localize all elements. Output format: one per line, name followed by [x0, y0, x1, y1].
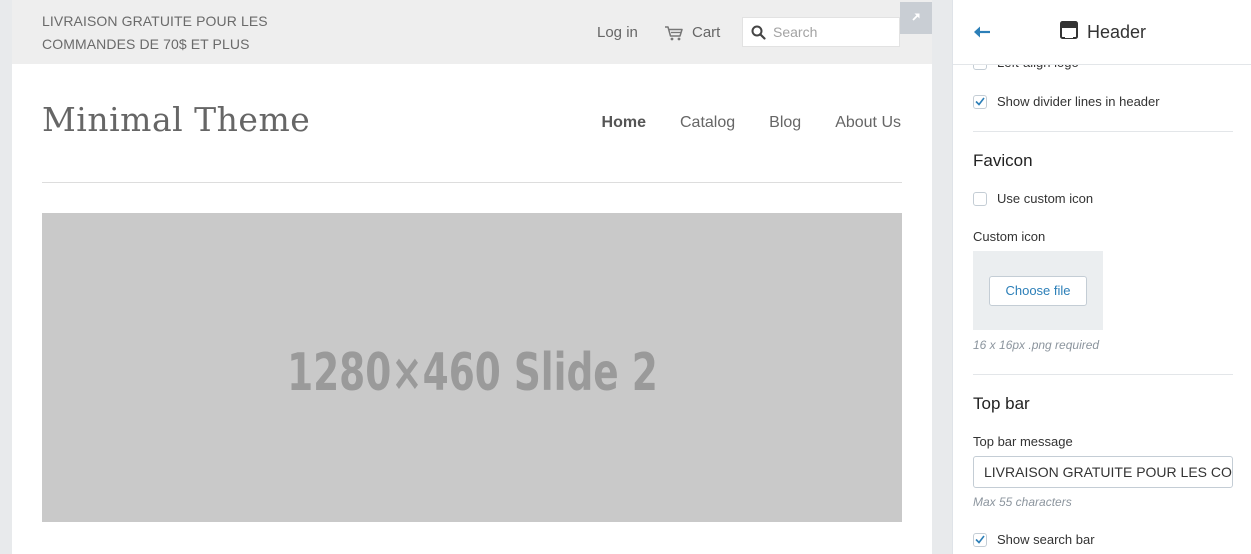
section-divider [973, 131, 1233, 132]
cart-label: Cart [692, 24, 721, 41]
announcement-top-bar: LIVRAISON GRATUITE POUR LES COMMANDES DE… [12, 0, 932, 64]
show-divider-row[interactable]: Show divider lines in header [973, 94, 1160, 109]
cart-icon [664, 25, 684, 41]
search-input[interactable] [773, 24, 893, 40]
show-search-bar-checkbox[interactable] [973, 532, 987, 547]
top-bar-message-label: Top bar message [973, 434, 1073, 449]
choose-file-button[interactable]: Choose file [989, 275, 1087, 306]
nav-item-blog[interactable]: Blog [769, 114, 801, 132]
favicon-section-title: Favicon [973, 151, 1033, 170]
search-box[interactable] [742, 17, 900, 47]
settings-sidebar: Header Left-align logo Show divider line… [952, 0, 1251, 554]
use-custom-icon-row[interactable]: Use custom icon [973, 191, 1093, 206]
nav-item-about-us[interactable]: About Us [835, 114, 901, 132]
header-divider [42, 182, 902, 183]
use-custom-icon-label: Use custom icon [997, 191, 1094, 206]
checkmark-icon [975, 97, 985, 106]
show-search-bar-label: Show search bar [997, 532, 1095, 547]
top-bar-section-title: Top bar [973, 394, 1030, 413]
sidebar-title: Header [1087, 22, 1147, 42]
show-search-bar-row[interactable]: Show search bar [973, 532, 1095, 547]
icon-size-hint: 16 x 16px .png required [973, 338, 1100, 352]
section-divider [973, 374, 1233, 375]
checkmark-icon [975, 535, 985, 544]
search-icon [743, 25, 773, 40]
main-nav: Home Catalog Blog About Us [602, 114, 901, 132]
header-section-icon [1060, 21, 1078, 44]
section-title-wrap: Header [1060, 21, 1146, 44]
custom-icon-label: Custom icon [973, 229, 1046, 244]
back-arrow-icon[interactable] [973, 24, 991, 40]
slide-placeholder-text: 1280×460 Slide 2 [286, 342, 658, 403]
use-custom-icon-checkbox[interactable] [973, 191, 987, 206]
top-bar-message-input[interactable]: LIVRAISON GRATUITE POUR LES COMMANDES DE… [973, 456, 1233, 488]
show-divider-checkbox[interactable] [973, 94, 987, 109]
theme-preview: LIVRAISON GRATUITE POUR LES COMMANDES DE… [12, 0, 932, 554]
site-title[interactable]: Minimal Theme [42, 100, 310, 139]
slideshow-slide[interactable]: 1280×460 Slide 2 [42, 213, 902, 522]
nav-item-catalog[interactable]: Catalog [680, 114, 735, 132]
icon-upload-area: Choose file [973, 251, 1103, 330]
topbar-message: LIVRAISON GRATUITE POUR LES COMMANDES DE… [42, 13, 268, 52]
show-divider-label: Show divider lines in header [997, 94, 1160, 109]
arrow-up-right-icon [911, 9, 921, 27]
max-characters-hint: Max 55 characters [973, 495, 1072, 509]
cart-link[interactable]: Cart [664, 24, 720, 41]
expand-preview-button[interactable] [900, 2, 932, 34]
sidebar-header: Header [953, 0, 1251, 65]
nav-item-home[interactable]: Home [602, 114, 646, 132]
login-link[interactable]: Log in [597, 24, 638, 41]
